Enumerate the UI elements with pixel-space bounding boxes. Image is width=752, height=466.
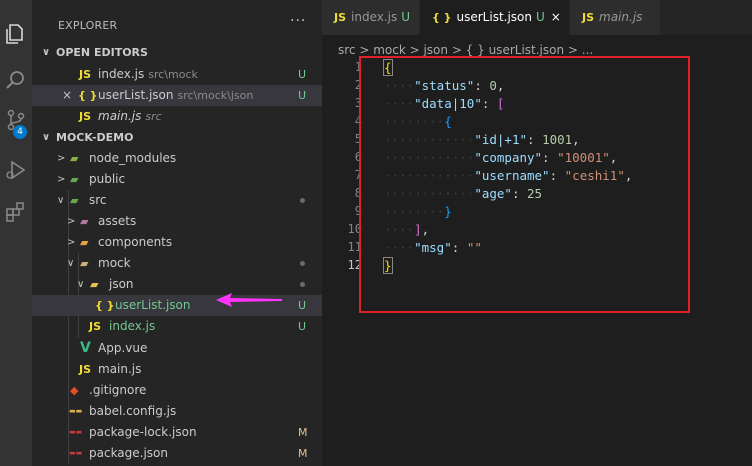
javascript-file-icon: JS [79,110,92,123]
annotation-arrow [216,293,282,307]
folder-open-icon: ▰ [80,257,89,270]
javascript-file-icon: JS [89,320,102,333]
json-file-icon: { } [95,299,115,312]
tree-file[interactable]: ▬▬ babel.config.js [32,401,322,422]
json-file-icon: { } [432,11,452,24]
folder-icon: ▰ [70,152,79,165]
line-number: 3 [354,96,362,110]
tab-userlist-json[interactable]: { } userList.json U × [420,0,569,35]
chevron-right-icon: > [57,153,66,164]
chevron-right-icon: > [67,237,76,248]
activity-bar: 4 [0,0,32,466]
folder-open-icon: ▰ [70,194,79,207]
javascript-file-icon: JS [582,11,595,24]
tab-label: main.js [599,10,643,24]
files-icon[interactable] [4,22,28,46]
tree-folder[interactable]: > ▰ node_modules [32,148,322,169]
line-number: 12 [347,258,362,272]
open-editor-path: src\mock\json [177,89,254,102]
chevron-right-icon: > [67,216,76,227]
line-number: 6 [354,150,362,164]
annotation-box [359,56,690,313]
chevron-down-icon: ∨ [42,47,51,58]
open-editor-item[interactable]: × { } userList.json src\mock\json U [32,85,322,106]
tree-file[interactable]: JS index.js U [32,316,322,337]
line-number: 11 [347,240,362,254]
tree-file[interactable]: V App.vue [32,338,322,359]
javascript-file-icon: JS [334,11,347,24]
tree-folder[interactable]: ∨ ▰ json [32,274,322,295]
tree-folder[interactable]: > ▰ public [32,169,322,190]
open-editors-header[interactable]: ∨ OPEN EDITORS [32,42,322,63]
open-editor-path: src [145,110,162,123]
tab-label: userList.json [456,10,533,24]
tree-folder[interactable]: ∨ ▰ src [32,190,322,211]
run-debug-icon[interactable] [4,158,28,182]
line-number: 10 [347,222,362,236]
git-status: U [298,68,307,81]
tree-file[interactable]: ▬▬ package.json M [32,443,322,464]
open-editor-name: index.js [98,67,145,81]
chevron-down-icon: ∨ [42,132,51,143]
search-icon[interactable] [4,68,28,92]
git-status: U [298,89,307,102]
project-header[interactable]: ∨ MOCK-DEMO [32,127,322,148]
vue-file-icon: V [80,340,91,356]
scm-badge: 4 [13,125,27,139]
folder-icon: ▰ [80,236,89,249]
tree-file[interactable]: JS main.js [32,359,322,380]
explorer-more-button[interactable]: ··· [290,13,306,29]
tab-main-js[interactable]: JS main.js [570,0,660,35]
close-icon[interactable]: × [551,10,561,24]
javascript-file-icon: JS [79,363,92,376]
open-editor-name: userList.json [98,88,174,102]
tab-status: U [401,10,411,24]
npm-file-icon: ▬▬ [69,428,83,436]
chevron-right-icon: > [57,174,66,185]
tree-folder[interactable]: ∨ ▰ mock [32,253,322,274]
modified-dot [300,261,305,266]
json-file-icon: { } [78,89,98,102]
open-editor-item[interactable]: JS index.js src\mock U [32,64,322,85]
tree-folder[interactable]: > ▰ components [32,232,322,253]
folder-icon: ▰ [70,173,79,186]
line-number: 9 [354,204,362,218]
javascript-file-icon: JS [79,68,92,81]
breadcrumb[interactable]: src > mock > json > { } userList.json > … [338,43,593,57]
explorer-title: EXPLORER [58,19,118,32]
modified-dot [300,282,305,287]
open-editor-item[interactable]: JS main.js src [32,106,322,127]
line-number: 7 [354,168,362,182]
open-editor-path: src\mock [148,68,198,81]
tab-index-js[interactable]: JS index.js U [322,0,419,35]
line-number: 1 [354,60,362,74]
tree-folder[interactable]: > ▰ assets [32,211,322,232]
chevron-down-icon: ∨ [57,195,65,206]
modified-dot [300,198,305,203]
tree-file[interactable]: ◆ .gitignore [32,380,322,401]
tab-label: index.js [351,10,398,24]
folder-open-icon: ▰ [90,278,99,291]
tab-status: U [536,10,545,24]
tree-file[interactable]: ▬▬ package-lock.json M [32,422,322,443]
line-number: 4 [354,114,362,128]
babel-file-icon: ▬▬ [69,407,83,415]
line-number: 8 [354,186,362,200]
explorer-sidebar: EXPLORER ··· ∨ OPEN EDITORS JS index.js s… [32,0,322,466]
tab-bar: JS index.js U { } userList.json U × JS main.js [322,0,752,35]
extensions-icon[interactable] [4,200,28,224]
open-editor-name: main.js [98,109,142,123]
line-number: 5 [354,132,362,146]
close-icon[interactable]: × [62,85,72,106]
npm-file-icon: ▬▬ [69,449,83,457]
chevron-down-icon: ∨ [67,258,75,269]
chevron-down-icon: ∨ [77,279,85,290]
folder-icon: ▰ [80,215,89,228]
line-number: 2 [354,78,362,92]
git-file-icon: ◆ [70,384,79,397]
